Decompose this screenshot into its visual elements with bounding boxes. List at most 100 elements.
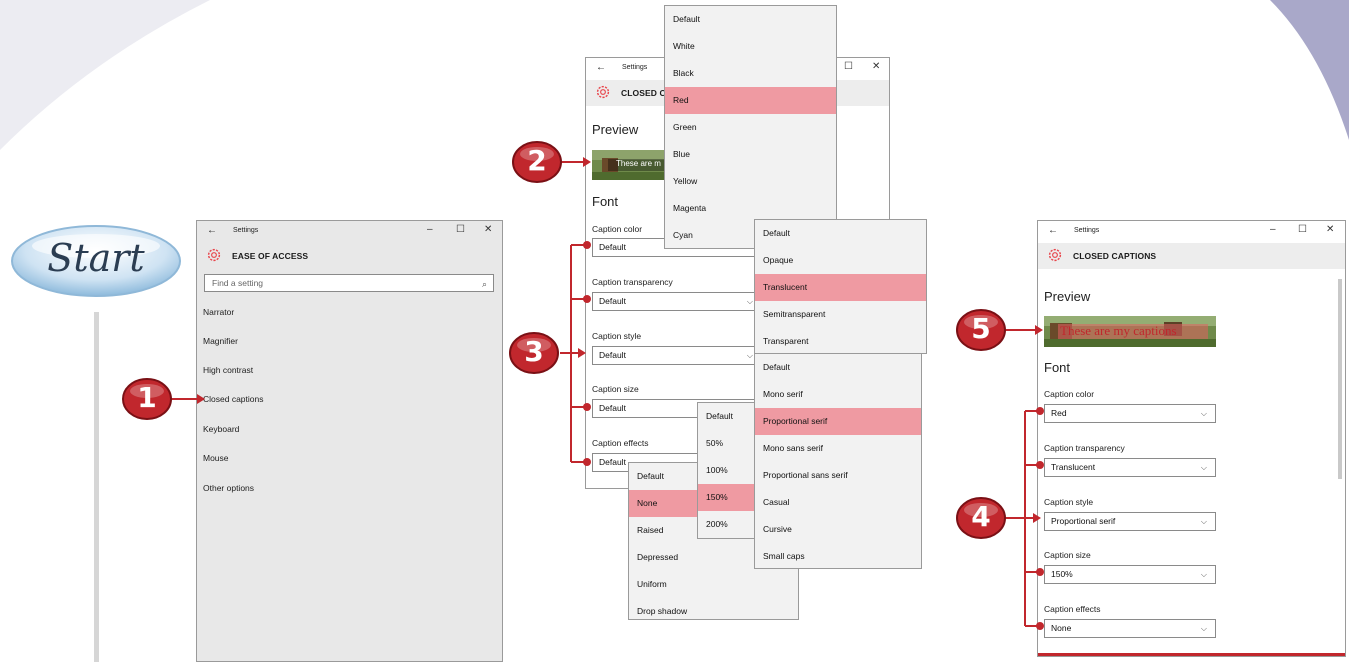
size-option-200[interactable]: 200% [698,511,757,538]
close-icon[interactable]: ✕ [1326,225,1334,235]
page-title: EASE OF ACCESS [232,251,309,261]
caption-effects-select[interactable]: None ⌵ [1044,619,1216,638]
caption-transparency-dropdown: Default Opaque Translucent Semitranspare… [754,219,927,354]
color-option-magenta[interactable]: Magenta [665,195,836,222]
preview-heading: Preview [592,122,639,137]
chevron-down-icon: ⌵ [746,351,753,360]
transparency-option-translucent[interactable]: Translucent [755,274,926,301]
settings-window-closed-captions-configured: ← Settings – ☐ ✕ CLOSED CAPTIONS Preview… [1037,220,1346,657]
style-option-small-caps[interactable]: Small caps [755,543,921,570]
caption-style-value: Proportional serif [1051,516,1116,526]
style-option-proportional-serif[interactable]: Proportional serif [755,408,921,435]
step-badge-3: 3 [508,331,560,375]
size-option-150[interactable]: 150% [698,484,757,511]
caption-effects-value: None [1051,623,1072,633]
start-label: Start [47,236,145,280]
effects-option-uniform[interactable]: Uniform [629,571,798,598]
window-title: Settings [622,64,648,71]
nav-item-keyboard[interactable]: Keyboard [203,424,239,434]
style-option-mono-serif[interactable]: Mono serif [755,381,921,408]
color-option-black[interactable]: Black [665,60,836,87]
style-option-default[interactable]: Default [755,354,921,381]
nav-item-magnifier[interactable]: Magnifier [203,336,238,346]
color-option-green[interactable]: Green [665,114,836,141]
maximize-icon[interactable]: ☐ [844,62,853,72]
effects-option-drop-shadow[interactable]: Drop shadow [629,598,798,625]
caption-effects-label: Caption effects [1044,604,1101,614]
caption-transparency-select[interactable]: Default ⌵ [592,292,762,311]
size-option-50[interactable]: 50% [698,430,757,457]
chevron-down-icon: ⌵ [1200,517,1207,526]
caption-transparency-label: Caption transparency [592,277,673,287]
style-option-cursive[interactable]: Cursive [755,516,921,543]
caption-preview-image: These are my captions [1044,316,1216,347]
caption-size-dropdown: Default 50% 100% 150% 200% [697,402,758,539]
minimize-icon[interactable]: – [1270,225,1276,235]
caption-style-select[interactable]: Default ⌵ [592,346,762,365]
back-arrow-icon[interactable]: ← [1048,226,1058,236]
caption-color-dropdown: Default White Black Red Green Blue Yello… [664,5,837,249]
caption-style-label: Caption style [592,331,642,341]
caption-color-value: Default [599,242,626,252]
caption-color-value: Red [1051,408,1067,418]
transparency-option-semitransparent[interactable]: Semitransparent [755,301,926,328]
nav-item-mouse[interactable]: Mouse [203,453,229,463]
window-title: Settings [233,227,259,234]
preview-caption-text: These are m [616,159,661,168]
close-icon[interactable]: ✕ [484,225,492,235]
color-option-red[interactable]: Red [665,87,836,114]
step-number: 2 [527,144,547,177]
step-number: 5 [971,312,991,345]
style-option-mono-sans-serif[interactable]: Mono sans serif [755,435,921,462]
minimize-icon[interactable]: – [427,225,433,235]
chevron-down-icon: ⌵ [1200,409,1207,418]
style-option-proportional-sans-serif[interactable]: Proportional sans serif [755,462,921,489]
close-icon[interactable]: ✕ [872,62,880,72]
title-bar: ← Settings – ☐ ✕ [1038,221,1345,243]
font-heading: Font [592,194,619,209]
caption-effects-value: Default [599,457,626,467]
nav-item-closed-captions[interactable]: Closed captions [203,394,263,404]
search-icon: ⌕ [481,279,487,289]
transparency-option-default[interactable]: Default [755,220,926,247]
search-input[interactable]: Find a setting ⌕ [204,274,494,292]
preview-caption-text: These are my captions [1060,323,1177,338]
caption-size-select[interactable]: 150% ⌵ [1044,565,1216,584]
size-option-default[interactable]: Default [698,403,757,430]
color-option-yellow[interactable]: Yellow [665,168,836,195]
back-arrow-icon[interactable]: ← [207,226,217,236]
title-bar: ← Settings – ☐ ✕ [197,221,502,243]
caption-transparency-label: Caption transparency [1044,443,1125,453]
caption-size-value: Default [599,403,626,413]
gear-icon [1048,248,1062,262]
maximize-icon[interactable]: ☐ [456,225,465,235]
nav-item-other-options[interactable]: Other options [203,483,254,493]
transparency-option-transparent[interactable]: Transparent [755,328,926,355]
step-number: 1 [137,381,157,414]
caption-transparency-select[interactable]: Translucent ⌵ [1044,458,1216,477]
maximize-icon[interactable]: ☐ [1298,225,1307,235]
chevron-down-icon: ⌵ [1200,570,1207,579]
color-option-blue[interactable]: Blue [665,141,836,168]
page-header: EASE OF ACCESS [197,243,502,269]
transparency-option-opaque[interactable]: Opaque [755,247,926,274]
step-badge-2: 2 [511,140,563,184]
gear-icon [207,248,221,262]
color-option-default[interactable]: Default [665,6,836,33]
chevron-down-icon: ⌵ [1200,624,1207,633]
nav-item-narrator[interactable]: Narrator [203,307,234,317]
caption-color-select[interactable]: Red ⌵ [1044,404,1216,423]
style-option-casual[interactable]: Casual [755,489,921,516]
search-placeholder: Find a setting [212,278,264,288]
caption-color-label: Caption color [1044,389,1095,399]
color-option-white[interactable]: White [665,33,836,60]
size-option-100[interactable]: 100% [698,457,757,484]
window-title: Settings [1074,227,1100,234]
back-arrow-icon[interactable]: ← [596,63,606,73]
start-badge: Start [8,222,184,300]
caption-style-select[interactable]: Proportional serif ⌵ [1044,512,1216,531]
page-title: CLOSED CAPTIONS [1073,251,1157,261]
preview-heading: Preview [1044,289,1091,304]
nav-item-high-contrast[interactable]: High contrast [203,365,253,375]
scrollbar[interactable] [1338,279,1342,479]
